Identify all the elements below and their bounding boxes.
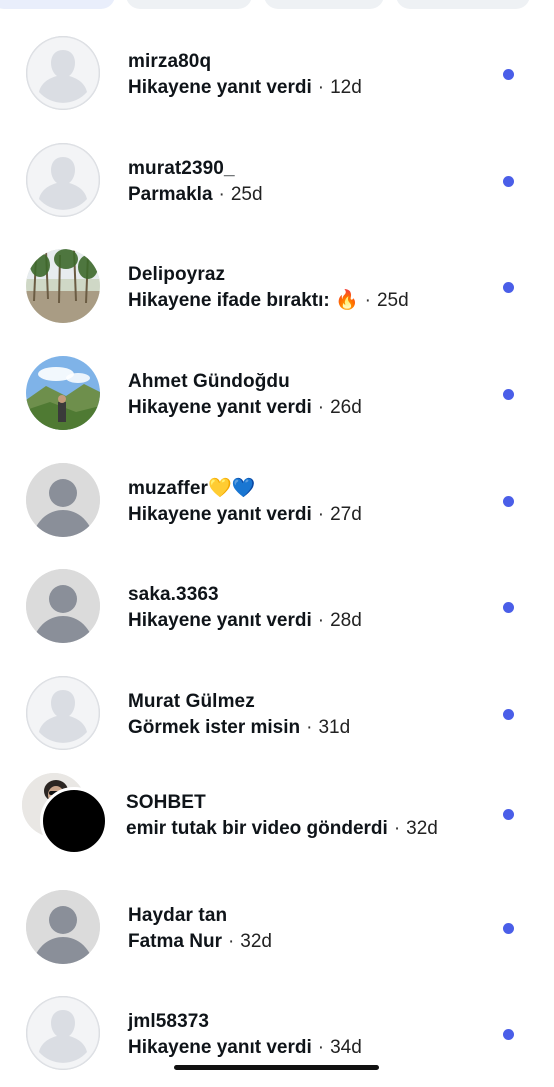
- group-avatar[interactable]: [0, 767, 120, 873]
- chat-name: mirza80q: [128, 51, 212, 72]
- chat-row[interactable]: mirza80q Hikayene yanıt verdi · 12d: [0, 20, 554, 127]
- chat-row[interactable]: saka.3363 Hikayene yanıt verdi · 28d: [0, 553, 554, 660]
- chat-name: Murat Gülmez: [128, 691, 255, 713]
- chat-name: Haydar tan: [128, 904, 228, 926]
- chat-row[interactable]: murat2390_ Parmakla · 25d: [0, 127, 554, 234]
- chat-time: 12d: [330, 77, 362, 98]
- chat-message: Hikayene yanıt verdi: [128, 397, 312, 419]
- chat-time: 28d: [330, 610, 362, 632]
- separator: ·: [317, 610, 325, 632]
- chat-time: 25d: [376, 290, 409, 312]
- unread-dot-icon: [503, 282, 514, 294]
- chat-row[interactable]: Haydar tan Fatma Nur · 32d: [0, 874, 554, 981]
- forest-photo-avatar: [26, 249, 100, 324]
- separator: ·: [393, 817, 401, 839]
- avatar[interactable]: [26, 356, 100, 431]
- chat-message: Hikayene yanıt verdi: [128, 77, 312, 98]
- chat-row[interactable]: Murat Gülmez Görmek ister misin · 31d: [0, 660, 554, 767]
- chat-name: saka.3363: [128, 584, 219, 606]
- filter-chips: [0, 0, 554, 12]
- unread-dot-icon: [503, 808, 514, 820]
- avatar[interactable]: [26, 249, 100, 324]
- default-avatar-icon: [26, 462, 100, 537]
- separator: ·: [317, 397, 325, 419]
- group-member-avatar: [40, 786, 108, 855]
- chat-row[interactable]: Ahmet Gündoğdu Hikayene yanıt verdi · 26d: [0, 340, 554, 447]
- chat-message: Görmek ister misin: [128, 717, 301, 739]
- mountain-photo-avatar: [26, 356, 100, 431]
- unread-dot-icon: [503, 709, 514, 721]
- chat-row[interactable]: muzaffer💛💙 Hikayene yanıt verdi · 27d: [0, 447, 554, 554]
- chat-name: muzaffer💛💙: [128, 477, 256, 499]
- chat-message: Hikayene ifade bıraktı: 🔥: [128, 290, 359, 312]
- chat-time: 27d: [330, 503, 362, 525]
- separator: ·: [317, 77, 325, 98]
- chat-message: emir tutak bir video gönderdi: [126, 817, 388, 839]
- separator: ·: [306, 717, 313, 739]
- chat-name: jml58373: [128, 1011, 210, 1033]
- unread-dot-icon: [503, 1029, 514, 1041]
- unread-dot-icon: [503, 69, 514, 80]
- filter-chip-4[interactable]: [396, 0, 530, 9]
- chat-list: mirza80q Hikayene yanıt verdi · 12d murat2…: [0, 20, 554, 1087]
- chat-row[interactable]: SOHBET emir tutak bir video gönderdi · 32d: [0, 767, 554, 874]
- ghost-avatar-icon: [26, 676, 100, 750]
- chat-row[interactable]: Delipoyraz Hikayene ifade bıraktı: 🔥 · 25d: [0, 233, 554, 340]
- filter-chip-2[interactable]: [126, 0, 252, 9]
- separator: ·: [317, 1037, 325, 1059]
- chat-name: Delipoyraz: [128, 264, 226, 286]
- unread-dot-icon: [503, 922, 514, 934]
- default-avatar-icon: [26, 569, 100, 644]
- chat-message: Hikayene yanıt verdi: [128, 610, 312, 632]
- unread-dot-icon: [503, 175, 514, 187]
- separator: ·: [364, 290, 371, 312]
- chat-time: 32d: [406, 817, 438, 839]
- chat-message: Hikayene yanıt verdi: [128, 1037, 312, 1059]
- avatar[interactable]: [26, 996, 100, 1071]
- chat-name: murat2390_: [128, 157, 235, 179]
- filter-chip-1[interactable]: [0, 0, 115, 9]
- unread-dot-icon: [503, 602, 514, 614]
- separator: ·: [317, 503, 325, 525]
- chat-time: 25d: [230, 183, 263, 205]
- separator: ·: [227, 930, 235, 952]
- chat-name: Ahmet Gündoğdu: [128, 371, 290, 393]
- chat-time: 26d: [330, 397, 362, 419]
- avatar[interactable]: [26, 462, 100, 537]
- chat-name: SOHBET: [126, 791, 206, 813]
- chat-row[interactable]: jml58373 Hikayene yanıt verdi · 34d: [0, 980, 554, 1087]
- chat-message: Parmakla: [128, 183, 213, 205]
- avatar[interactable]: [26, 569, 100, 644]
- ghost-avatar-icon: [26, 143, 100, 217]
- filter-chip-3[interactable]: [264, 0, 384, 9]
- chat-message: Hikayene yanıt verdi: [128, 503, 312, 525]
- ghost-avatar-icon: [26, 36, 100, 110]
- avatar[interactable]: [26, 142, 100, 217]
- chat-time: 32d: [240, 930, 272, 952]
- home-indicator[interactable]: [174, 1065, 379, 1070]
- chat-message: Fatma Nur: [128, 930, 222, 952]
- chat-time: 31d: [318, 717, 351, 739]
- chat-time: 34d: [330, 1037, 362, 1059]
- unread-dot-icon: [503, 389, 514, 401]
- separator: ·: [218, 183, 225, 205]
- default-avatar-icon: [26, 889, 100, 964]
- unread-dot-icon: [503, 495, 514, 507]
- avatar[interactable]: [26, 676, 100, 751]
- avatar[interactable]: [26, 889, 100, 964]
- ghost-avatar-icon: [26, 996, 100, 1070]
- avatar[interactable]: [26, 36, 100, 110]
